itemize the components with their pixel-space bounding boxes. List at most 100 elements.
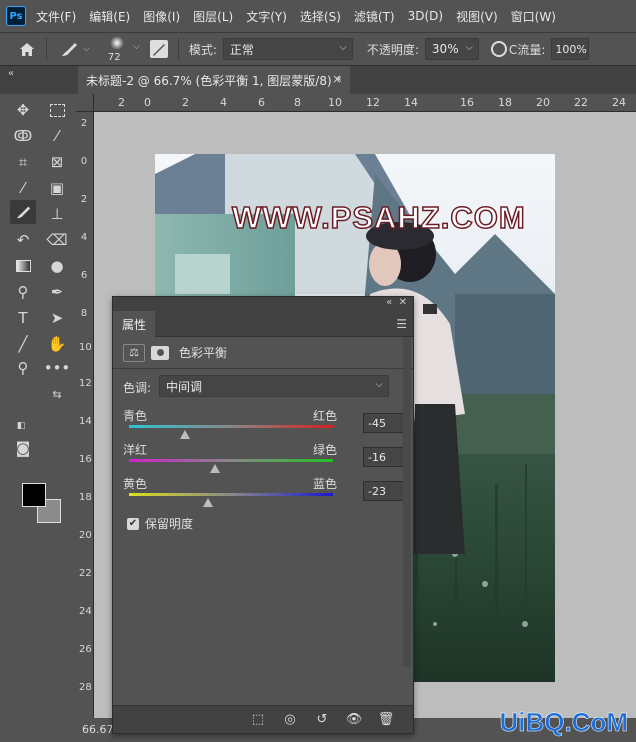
ruler-tick: 6 <box>80 270 88 281</box>
preserve-label: 保留明度 <box>145 517 194 531</box>
menu-window[interactable]: 窗口(W) <box>511 8 556 25</box>
view-previous-state-icon[interactable]: ◎ <box>281 712 299 727</box>
checkbox-checked-icon[interactable]: ✔ <box>127 517 139 530</box>
ruler-tick: 12 <box>366 96 380 109</box>
flow-label-text: 流量: <box>517 42 546 57</box>
color-balance-icon[interactable]: ⚖ <box>123 343 145 362</box>
collapse-panel-icon[interactable]: « ✕ <box>386 297 407 308</box>
menu-image[interactable]: 图像(I) <box>143 8 180 25</box>
eraser-tool-icon[interactable]: ⌫ <box>44 228 70 252</box>
reset-icon[interactable]: ↺ <box>313 712 331 727</box>
ruler-tick: 28 <box>79 682 92 693</box>
vertical-ruler: 2 0 2 4 6 8 10 12 14 16 18 20 22 24 26 2… <box>76 112 94 742</box>
brush-settings-icon[interactable] <box>149 40 168 58</box>
more-tools-icon[interactable]: ••• <box>44 356 71 380</box>
slider-left-label: 洋红 <box>123 443 148 457</box>
tab-properties[interactable]: 属性 <box>113 311 155 337</box>
collapse-toolbar-icon[interactable]: « <box>8 68 14 79</box>
blur-tool-icon[interactable]: ● <box>44 254 70 278</box>
slider-track[interactable] <box>129 459 333 462</box>
menu-filter[interactable]: 滤镜(T) <box>354 8 395 25</box>
path-selection-icon[interactable]: ➤ <box>44 306 70 330</box>
visibility-eye-icon[interactable]: 👁 <box>345 712 363 727</box>
magic-wand-icon[interactable]: ⁄ <box>44 124 70 148</box>
mode-label: 模式: <box>188 42 217 57</box>
close-icon[interactable]: × <box>332 72 342 86</box>
ruler-tick: 10 <box>79 342 92 353</box>
slider-thumb[interactable] <box>180 430 191 439</box>
ruler-tick: 6 <box>258 96 265 109</box>
horizontal-ruler: 2 0 2 4 6 8 10 12 14 16 18 20 22 24 <box>94 94 636 112</box>
brush-preset-picker[interactable]: 72 ⌵ <box>100 33 140 65</box>
brush-tool-icon[interactable]: ⌵ <box>59 40 90 58</box>
flow-input[interactable]: 100% <box>551 38 590 60</box>
frame-tool-icon[interactable]: ⊠ <box>44 150 70 174</box>
slider-value-input[interactable]: -23 <box>363 481 405 501</box>
menu-edit[interactable]: 编辑(E) <box>89 8 130 25</box>
type-tool-icon[interactable]: T <box>10 306 36 330</box>
ruler-tick: 8 <box>294 96 301 109</box>
brush-tool-icon[interactable] <box>10 200 36 224</box>
slider-thumb[interactable] <box>209 464 220 473</box>
history-brush-icon[interactable]: ↶ <box>10 228 36 252</box>
ruler-tick: 4 <box>220 96 227 109</box>
panel-titlebar[interactable]: « ✕ <box>113 297 413 311</box>
tone-value: 中间调 <box>166 379 203 394</box>
gradient-tool-icon[interactable] <box>10 254 36 278</box>
clone-stamp-icon[interactable]: ⊥ <box>44 202 70 226</box>
marquee-tool-icon[interactable] <box>44 98 70 122</box>
panel-scrollbar[interactable] <box>403 337 411 667</box>
move-tool-icon[interactable]: ✥ <box>10 98 36 122</box>
slider-right-label: 蓝色 <box>312 477 337 491</box>
eyedropper-tool-icon[interactable]: ⁄ <box>10 176 36 200</box>
menu-select[interactable]: 选择(S) <box>300 8 341 25</box>
pressure-opacity-icon[interactable] <box>490 41 507 57</box>
crop-tool-icon[interactable]: ⌗ <box>10 150 36 174</box>
pen-tool-icon[interactable]: ✒ <box>44 280 70 304</box>
slider-value-input[interactable]: -45 <box>363 413 405 433</box>
slider-track[interactable] <box>129 425 333 428</box>
healing-brush-icon[interactable]: ▣ <box>44 176 70 200</box>
mode-select[interactable]: 正常 ⌵ <box>222 38 353 60</box>
clip-to-layer-icon[interactable]: ⬚ <box>249 712 267 727</box>
chevron-down-icon[interactable]: ⌵ <box>133 42 140 52</box>
ruler-tick: 26 <box>79 644 92 655</box>
ruler-tick: 10 <box>328 96 342 109</box>
foreground-color-swatch[interactable] <box>22 483 46 507</box>
opacity-label: 不透明度: <box>366 42 419 57</box>
options-bar: ⌵ 72 ⌵ 模式: 正常 ⌵ 不透明度: 30% ⌵ C流量: 100% <box>0 32 636 66</box>
menu-view[interactable]: 视图(V) <box>456 8 498 25</box>
menu-type[interactable]: 文字(Y) <box>246 8 287 25</box>
dodge-tool-icon[interactable]: ⚲ <box>10 280 36 304</box>
slider-thumb[interactable] <box>202 498 213 507</box>
site-watermark-logo: UiBQ.CoM <box>499 707 628 738</box>
lasso-tool-icon[interactable]: ↂ <box>10 124 36 148</box>
trash-icon[interactable]: 🗑 <box>377 712 395 727</box>
menu-3d[interactable]: 3D(D) <box>408 9 443 23</box>
opacity-input[interactable]: 30% ⌵ <box>424 38 479 60</box>
line-tool-icon[interactable]: ╱ <box>10 332 36 356</box>
ruler-tick: 22 <box>574 96 588 109</box>
default-colors-icon[interactable]: ◧ <box>14 414 28 438</box>
chevron-down-icon[interactable]: ⌵ <box>83 44 90 54</box>
layer-mask-icon[interactable] <box>151 345 169 360</box>
preserve-luminosity[interactable]: ✔ 保留明度 <box>127 515 193 532</box>
document-tab-title: 未标题-2 @ 66.7% (色彩平衡 1, 图层蒙版/8) * <box>86 73 342 88</box>
slider-value-input[interactable]: -16 <box>363 447 405 467</box>
slider-left-label: 黄色 <box>123 477 148 491</box>
tone-select[interactable]: 中间调 ⌵ <box>159 375 389 397</box>
swap-colors-icon[interactable]: ⇆ <box>50 382 64 406</box>
slider-track[interactable] <box>129 493 333 496</box>
panel-menu-icon[interactable]: ☰ <box>396 317 407 331</box>
quick-mask-icon[interactable]: ◙ <box>10 436 36 460</box>
document-tab[interactable]: 未标题-2 @ 66.7% (色彩平衡 1, 图层蒙版/8) * × <box>78 66 350 94</box>
home-icon[interactable] <box>14 42 40 57</box>
ruler-tick: 14 <box>79 416 92 427</box>
hand-tool-icon[interactable]: ✋ <box>44 332 70 356</box>
menu-file[interactable]: 文件(F) <box>36 8 76 25</box>
ruler-tick: 2 <box>80 118 88 129</box>
menu-layer[interactable]: 图层(L) <box>193 8 233 25</box>
slider-yellow-blue: 黄色 蓝色 -23 <box>123 475 405 515</box>
ruler-tick: 16 <box>460 96 474 109</box>
zoom-tool-icon[interactable]: ⚲ <box>10 356 36 380</box>
